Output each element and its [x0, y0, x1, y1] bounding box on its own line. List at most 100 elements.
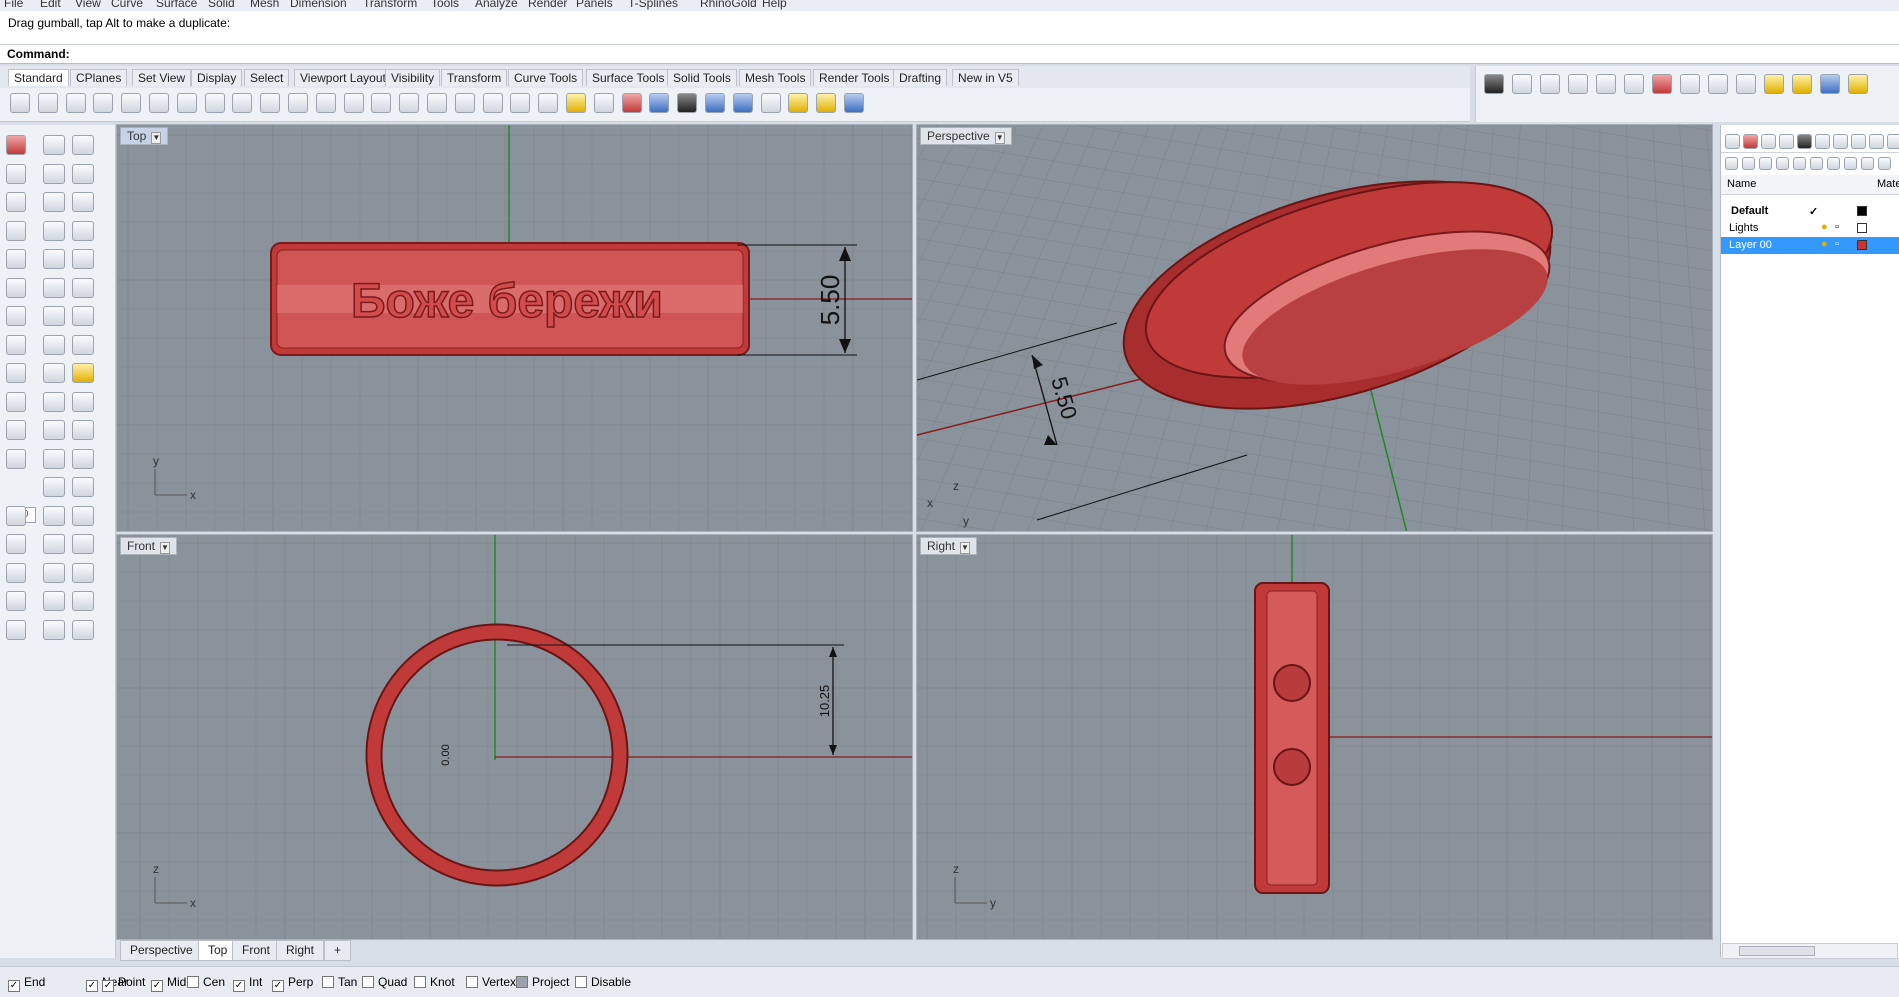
- toolbar-tab[interactable]: Mesh Tools: [739, 69, 812, 86]
- tool-button[interactable]: [72, 420, 94, 440]
- osnap-point[interactable]: ✓ Point: [102, 975, 145, 992]
- toolbar-button[interactable]: [427, 93, 447, 113]
- tool-button[interactable]: [43, 448, 65, 469]
- menu-item[interactable]: T-Splines: [628, 0, 678, 10]
- layer-row[interactable]: Layer 00 ● ▫: [1721, 237, 1899, 254]
- viewport-title-front[interactable]: Front ▼: [120, 537, 178, 555]
- tool-button[interactable]: [72, 448, 94, 469]
- layer-toolbar-button[interactable]: [1810, 157, 1823, 170]
- toolbar-button[interactable]: [149, 93, 169, 113]
- lightbulb-icon[interactable]: ●: [1821, 238, 1828, 250]
- toolbar-button[interactable]: [510, 93, 531, 113]
- lightbulb-icon[interactable]: ●: [1821, 221, 1828, 233]
- layer-toolbar-button[interactable]: [1742, 157, 1755, 170]
- toolbar-button[interactable]: [593, 93, 614, 113]
- layer-row[interactable]: Lights ● ▫: [1721, 220, 1899, 237]
- layer-toolbar-button[interactable]: [1759, 157, 1772, 170]
- panel-tab[interactable]: [1833, 134, 1848, 149]
- panel-tab[interactable]: [1761, 134, 1776, 149]
- tool-button[interactable]: [72, 277, 94, 298]
- panel-tab[interactable]: [1725, 134, 1740, 149]
- checkbox[interactable]: [466, 976, 478, 988]
- toolbar-tab[interactable]: Display: [191, 69, 243, 86]
- tool-button[interactable]: [6, 534, 26, 554]
- toolbar-button[interactable]: [1568, 74, 1588, 94]
- tool-button[interactable]: [43, 505, 65, 526]
- checkbox[interactable]: [575, 976, 587, 988]
- tool-button[interactable]: [72, 477, 94, 497]
- toolbar-button[interactable]: [1680, 74, 1700, 94]
- layer-toolbar-button[interactable]: [1844, 157, 1857, 170]
- toolbar-button[interactable]: [649, 93, 670, 113]
- toolbar-button[interactable]: [37, 93, 58, 113]
- checkbox[interactable]: [362, 976, 374, 988]
- tool-button[interactable]: [6, 420, 26, 440]
- lock-icon[interactable]: ▫: [1835, 238, 1839, 250]
- tool-button[interactable]: [72, 306, 94, 326]
- checkbox[interactable]: ✓: [151, 980, 163, 992]
- checkbox[interactable]: ✓: [272, 980, 284, 992]
- toolbar-button[interactable]: [371, 93, 392, 113]
- viewport-front[interactable]: Front ▼ 10.25 0.00 x z: [116, 534, 913, 940]
- viewport-top[interactable]: Top ▼ Боже бережи 5.50 x y: [116, 124, 913, 532]
- checkbox[interactable]: ✓: [86, 980, 98, 992]
- checkbox[interactable]: ✓: [102, 980, 114, 992]
- osnap-end[interactable]: ✓ End: [8, 975, 45, 992]
- layer-color-swatch[interactable]: [1857, 240, 1867, 250]
- toolbar-button[interactable]: [65, 93, 86, 113]
- checkbox[interactable]: [516, 976, 528, 988]
- tool-button[interactable]: [6, 192, 26, 212]
- tool-button[interactable]: [43, 534, 65, 554]
- toolbar-button[interactable]: [816, 93, 837, 113]
- checkbox[interactable]: [414, 976, 426, 988]
- toolbar-tab[interactable]: Curve Tools: [508, 69, 584, 86]
- panel-tab[interactable]: [1779, 134, 1794, 149]
- menu-item[interactable]: File: [4, 0, 23, 10]
- toolbar-button[interactable]: [288, 93, 308, 113]
- tool-button[interactable]: [72, 163, 94, 184]
- tool-button[interactable]: [72, 505, 94, 526]
- viewport-tab[interactable]: Right: [276, 940, 325, 961]
- panel-tab[interactable]: [1869, 134, 1884, 149]
- tool-button[interactable]: [6, 306, 26, 326]
- layer-color-swatch[interactable]: [1857, 206, 1867, 216]
- toolbar-button[interactable]: [93, 93, 114, 113]
- toolbar-button[interactable]: [399, 93, 420, 113]
- toolbar-button[interactable]: [315, 93, 336, 113]
- tool-button[interactable]: [72, 391, 94, 412]
- tool-button[interactable]: [6, 591, 26, 611]
- layer-toolbar-button[interactable]: [1878, 157, 1891, 170]
- tool-button[interactable]: [72, 334, 94, 355]
- panel-tab[interactable]: [1851, 134, 1866, 149]
- menu-item[interactable]: Edit: [40, 0, 61, 10]
- menu-item[interactable]: Dimension: [290, 0, 347, 10]
- tool-button[interactable]: [6, 163, 26, 184]
- viewport-perspective[interactable]: Perspective ▼ 5.50 x z y: [916, 124, 1713, 532]
- toolbar-button[interactable]: [1484, 74, 1504, 94]
- checkbox[interactable]: [187, 976, 199, 988]
- tool-button[interactable]: [6, 562, 26, 583]
- chevron-down-icon[interactable]: ▼: [994, 132, 1005, 144]
- toolbar-button[interactable]: [176, 93, 197, 113]
- menu-item[interactable]: Render: [528, 0, 567, 10]
- toolbar-button[interactable]: [232, 93, 253, 113]
- toolbar-button[interactable]: [121, 93, 142, 113]
- toolbar-button[interactable]: [10, 93, 30, 113]
- tool-button[interactable]: [43, 562, 65, 583]
- tool-button[interactable]: [43, 619, 65, 640]
- tool-button[interactable]: [6, 135, 26, 155]
- osnap-disable[interactable]: Disable: [575, 975, 631, 989]
- menu-item[interactable]: Mesh: [250, 0, 279, 10]
- layer-toolbar-button[interactable]: [1776, 157, 1789, 170]
- lock-icon[interactable]: ▫: [1835, 221, 1839, 233]
- tool-button[interactable]: [6, 619, 26, 640]
- menu-item[interactable]: Analyze: [475, 0, 518, 10]
- tool-button[interactable]: [72, 192, 94, 212]
- tool-button[interactable]: [72, 619, 94, 640]
- tool-button[interactable]: [6, 363, 26, 383]
- toolbar-button[interactable]: [1792, 74, 1812, 94]
- toolbar-tab[interactable]: Transform: [441, 69, 508, 86]
- current-layer-check[interactable]: ✓: [1809, 205, 1818, 218]
- tool-button[interactable]: [72, 591, 94, 611]
- toolbar-button[interactable]: [621, 93, 642, 113]
